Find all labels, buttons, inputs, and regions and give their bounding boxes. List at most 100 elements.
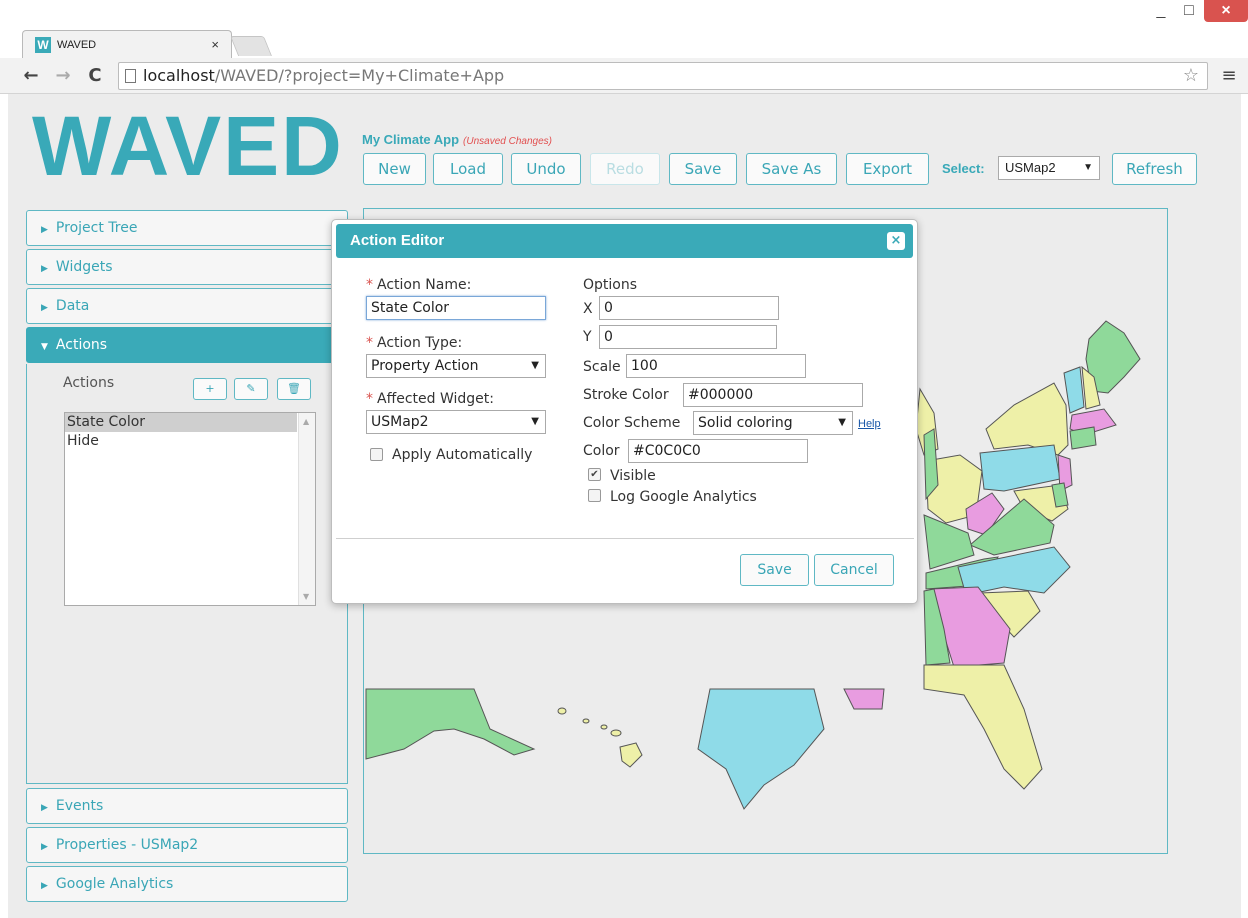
visible-checkbox[interactable]: ✔	[588, 468, 601, 481]
affected-widget-select[interactable]: USMap2 ▼	[366, 410, 546, 434]
apply-automatically-checkbox[interactable]	[370, 448, 383, 461]
action-name-field[interactable]: State Color	[366, 296, 546, 320]
options-label: Options	[583, 277, 638, 293]
page-icon	[125, 69, 136, 83]
caret-right-icon: ▶	[41, 881, 48, 891]
sidebar-item-properties[interactable]: ▶ Properties - USMap2	[26, 827, 348, 863]
redo-button[interactable]: Redo	[590, 153, 660, 185]
add-action-button[interactable]: +	[193, 378, 227, 400]
sidebar-item-google-analytics[interactable]: ▶ Google Analytics	[26, 866, 348, 902]
window-close-button[interactable]: ×	[1204, 0, 1248, 22]
map-state-hawaii-big-island	[619, 742, 643, 768]
load-button[interactable]: Load	[433, 153, 503, 185]
new-button[interactable]: New	[363, 153, 426, 185]
stroke-color-label: Stroke Color	[583, 387, 669, 403]
dropdown-arrow-icon: ▼	[531, 416, 539, 427]
map-state-connecticut	[1069, 426, 1097, 450]
browser-chrome: W WAVED × _ □ × ← → C localhost/WAVED/?p…	[0, 0, 1248, 94]
url-host: localhost	[143, 66, 215, 85]
list-item[interactable]: Hide	[65, 432, 297, 451]
actions-list-label: Actions	[63, 375, 115, 391]
browser-tab[interactable]: W WAVED ×	[22, 30, 232, 58]
log-ga-label: Log Google Analytics	[610, 489, 757, 505]
map-state-louisiana	[843, 688, 885, 710]
affected-widget-label: * Affected Widget:	[366, 390, 494, 408]
maximize-button[interactable]: □	[1176, 0, 1202, 22]
action-type-select[interactable]: Property Action ▼	[366, 354, 546, 378]
actions-list[interactable]: State Color Hide ▲ ▼	[64, 412, 316, 606]
sidebar-label: Google Analytics	[55, 876, 174, 892]
scroll-down-icon[interactable]: ▼	[303, 592, 309, 601]
y-label: Y	[583, 329, 592, 345]
sidebar-label: Actions	[55, 337, 108, 353]
log-ga-checkbox[interactable]	[588, 489, 601, 502]
export-button[interactable]: Export	[846, 153, 929, 185]
sidebar-item-actions[interactable]: ▼ Actions	[26, 327, 348, 363]
caret-right-icon: ▶	[41, 303, 48, 313]
color-scheme-select[interactable]: Solid coloring ▼	[693, 411, 853, 435]
waved-logo: WAVED	[32, 99, 344, 193]
action-editor-dialog: Action Editor × * Action Name: State Colo…	[331, 219, 918, 604]
dialog-cancel-button[interactable]: Cancel	[814, 554, 894, 586]
help-link[interactable]: Help	[858, 417, 881, 431]
map-state-hawaii-3	[600, 724, 608, 730]
dropdown-arrow-icon: ▼	[531, 360, 539, 371]
list-item[interactable]: State Color	[65, 413, 297, 432]
color-scheme-value: Solid coloring	[698, 415, 793, 431]
stroke-color-field[interactable]: #000000	[683, 383, 863, 407]
actions-panel: Actions + ✎ 🗑 State Color Hide ▲ ▼	[26, 364, 348, 784]
required-marker: *	[366, 391, 373, 407]
sidebar-item-events[interactable]: ▶ Events	[26, 788, 348, 824]
action-name-label-text: Action Name:	[377, 277, 472, 293]
caret-right-icon: ▶	[41, 842, 48, 852]
select-label: Select:	[942, 161, 985, 176]
widget-select[interactable]: USMap2 ▼	[998, 156, 1100, 180]
y-field[interactable]: 0	[599, 325, 777, 349]
color-field[interactable]: #C0C0C0	[628, 439, 808, 463]
x-label: X	[583, 301, 593, 317]
refresh-button[interactable]: Refresh	[1112, 153, 1197, 185]
address-bar[interactable]: localhost/WAVED/?project=My+Climate+App …	[118, 62, 1208, 90]
dropdown-arrow-icon: ▼	[838, 417, 846, 428]
dialog-close-icon[interactable]: ×	[887, 232, 905, 250]
dialog-header: Action Editor ×	[336, 224, 913, 258]
edit-action-button[interactable]: ✎	[234, 378, 268, 400]
sidebar-item-project-tree[interactable]: ▶ Project Tree	[26, 210, 348, 246]
url-text: localhost/WAVED/?project=My+Climate+App	[143, 66, 504, 86]
browser-toolbar: ← → C localhost/WAVED/?project=My+Climat…	[0, 58, 1248, 94]
new-tab-button[interactable]	[229, 36, 273, 56]
map-state-vermont	[1063, 366, 1085, 414]
caret-down-icon: ▼	[41, 342, 48, 352]
delete-action-button[interactable]: 🗑	[277, 378, 311, 400]
forward-icon[interactable]: →	[52, 64, 74, 88]
reload-icon[interactable]: C	[84, 64, 106, 88]
color-label: Color	[583, 443, 620, 459]
save-button[interactable]: Save	[669, 153, 737, 185]
list-scrollbar[interactable]: ▲ ▼	[298, 413, 315, 605]
map-state-hawaii-4	[610, 729, 622, 737]
bookmark-star-icon[interactable]: ☆	[1183, 65, 1199, 87]
minimize-button[interactable]: _	[1148, 0, 1174, 22]
undo-button[interactable]: Undo	[511, 153, 581, 185]
caret-right-icon: ▶	[41, 225, 48, 235]
sidebar-label: Data	[55, 298, 90, 314]
caret-right-icon: ▶	[41, 264, 48, 274]
scale-field[interactable]: 100	[626, 354, 806, 378]
widget-select-value: USMap2	[1005, 160, 1056, 175]
sidebar-item-widgets[interactable]: ▶ Widgets	[26, 249, 348, 285]
dialog-save-button[interactable]: Save	[740, 554, 809, 586]
dropdown-arrow-icon: ▼	[1083, 162, 1093, 173]
sidebar-item-data[interactable]: ▶ Data	[26, 288, 348, 324]
back-icon[interactable]: ←	[20, 64, 42, 88]
x-field[interactable]: 0	[599, 296, 779, 320]
scale-label: Scale	[583, 359, 621, 375]
scroll-up-icon[interactable]: ▲	[303, 417, 309, 426]
browser-menu-icon[interactable]: ≡	[1218, 64, 1240, 88]
project-name: My Climate App	[362, 132, 460, 147]
save-as-button[interactable]: Save As	[746, 153, 837, 185]
apply-automatically-label: Apply Automatically	[392, 447, 533, 463]
tab-close-icon[interactable]: ×	[211, 37, 219, 53]
action-type-label-text: Action Type:	[377, 335, 463, 351]
map-state-florida	[923, 664, 1043, 790]
tab-strip: W WAVED × _ □ ×	[0, 0, 1248, 58]
